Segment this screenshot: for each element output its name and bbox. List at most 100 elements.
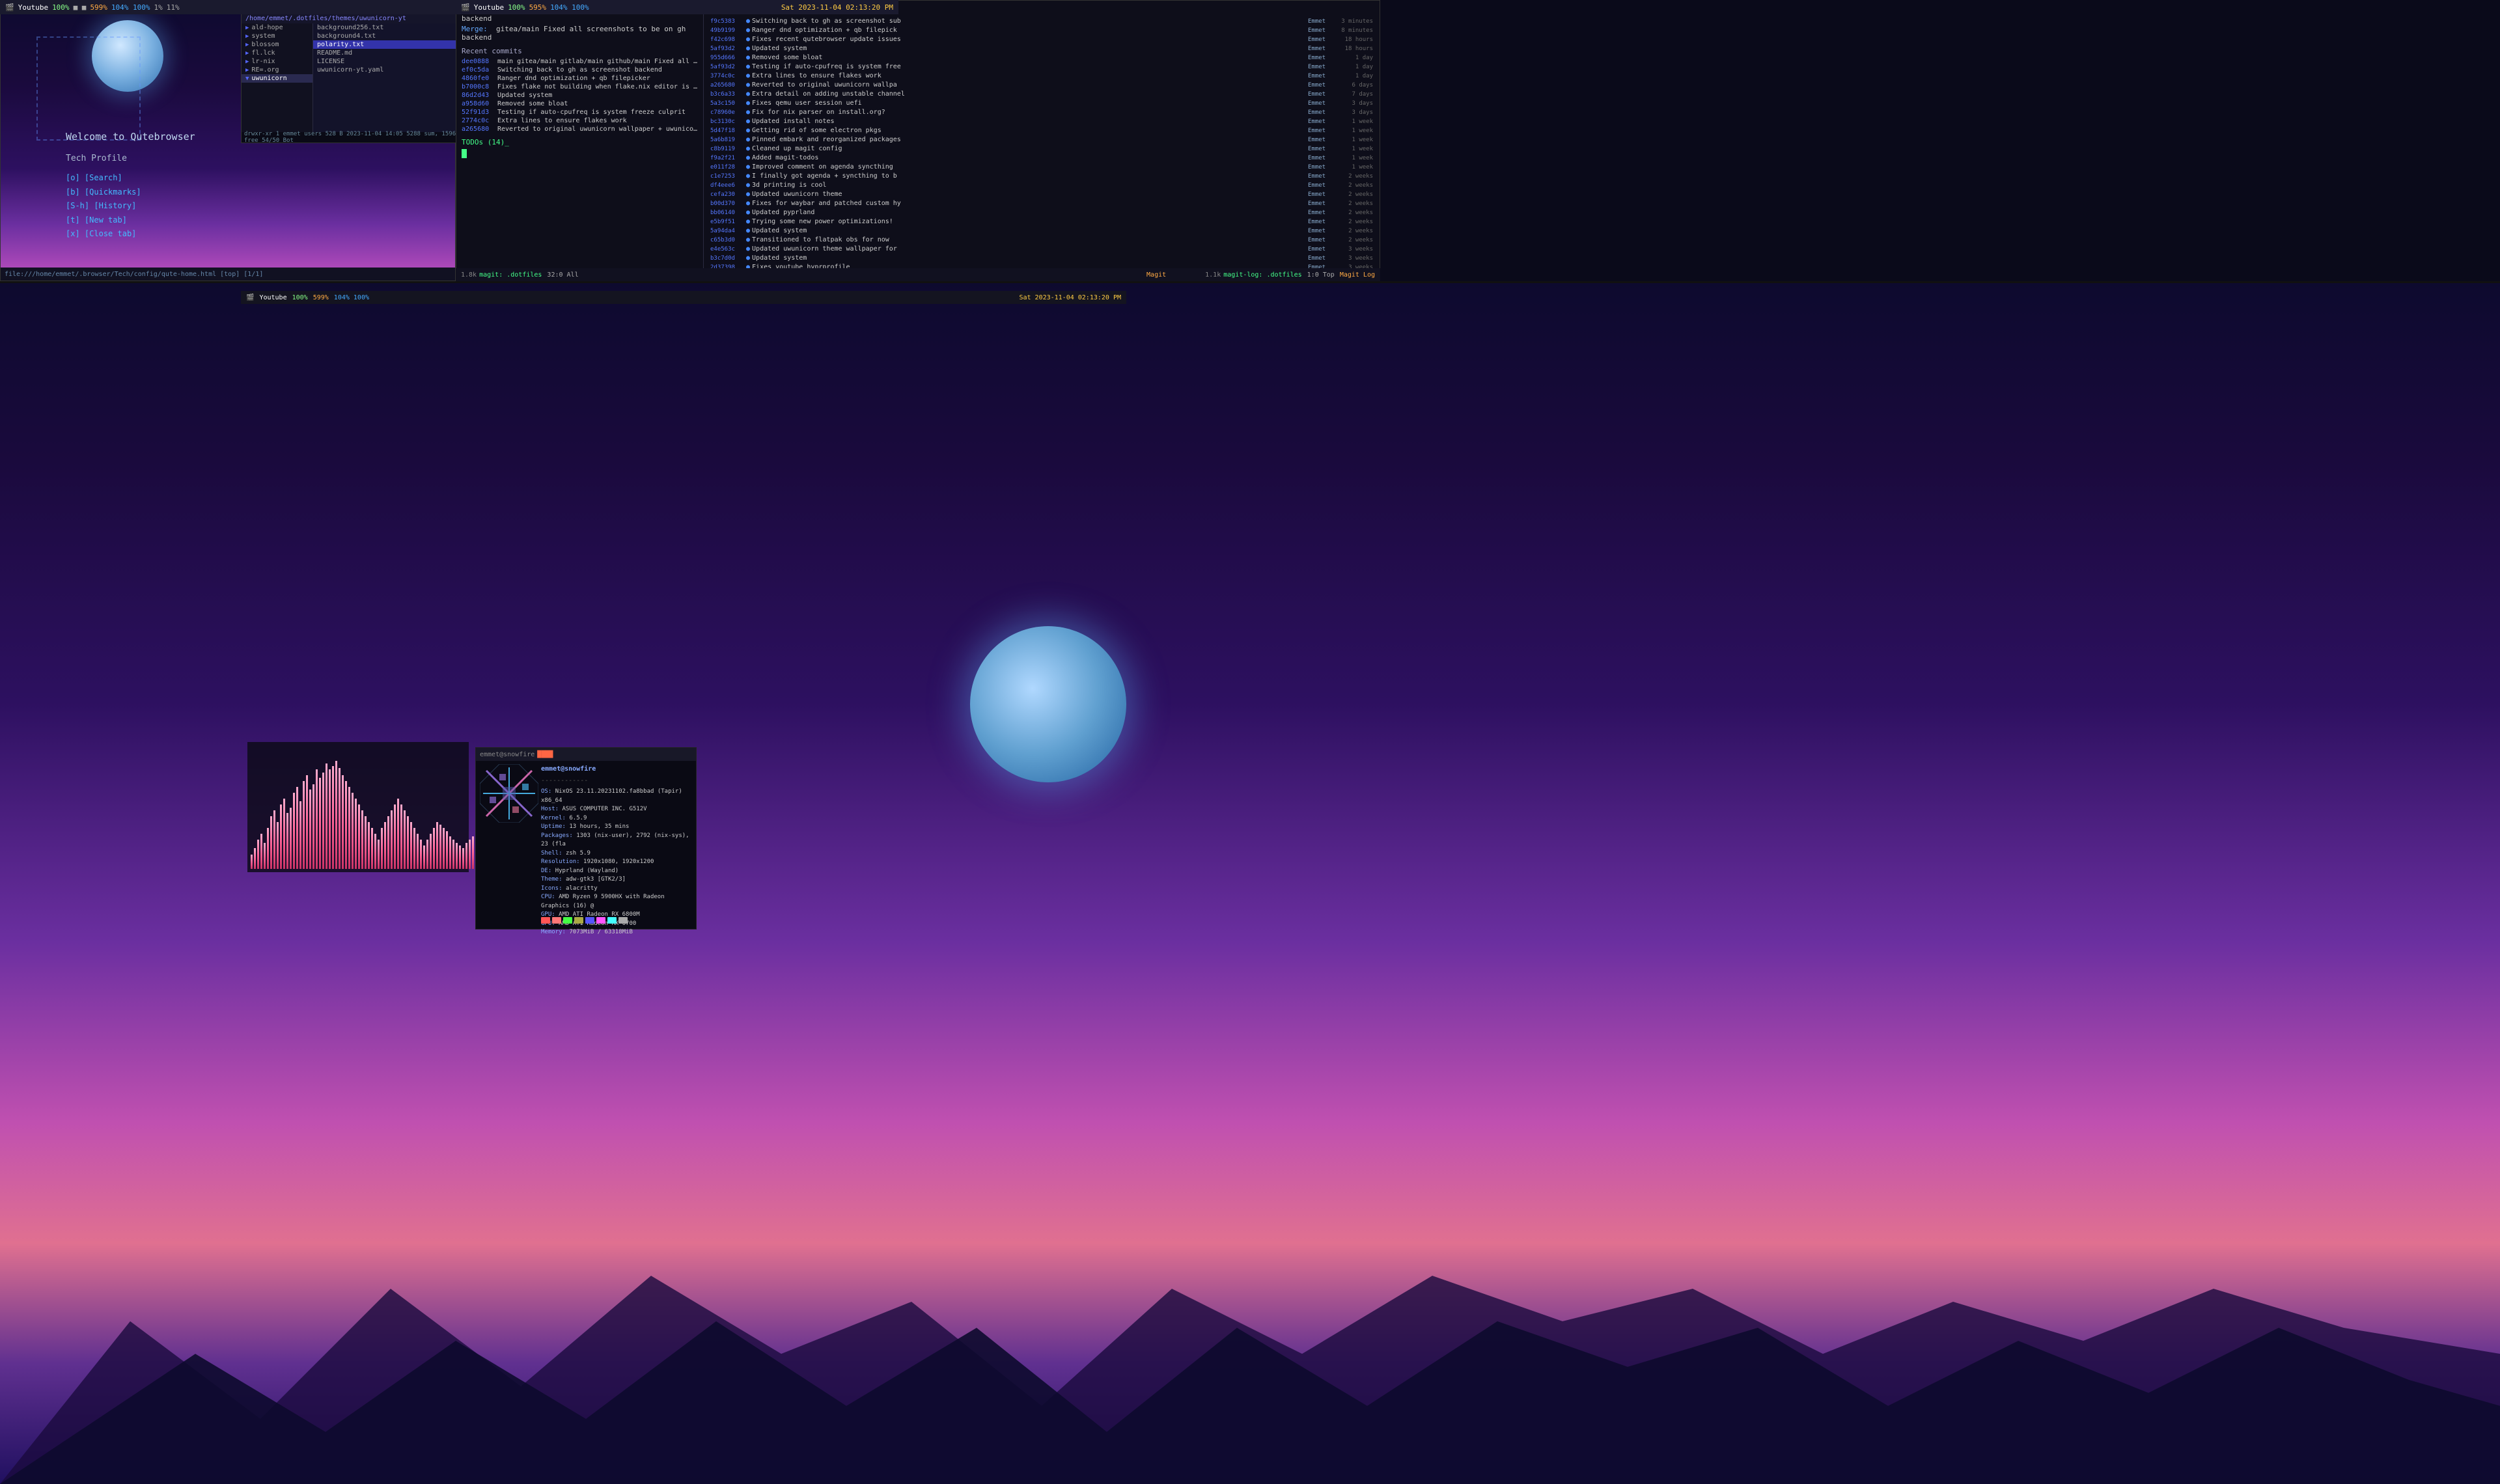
commit-msg: Updated system (497, 92, 698, 99)
neo-value: zsh 5.9 (566, 850, 590, 857)
fb-right-yaml[interactable]: uwunicorn-yt.yaml (313, 66, 462, 74)
bsb-mem: 599% (313, 294, 329, 301)
git-log-item: 49b9199●Ranger dnd optimization + qb fil… (709, 26, 1374, 34)
neo-color-swatch (541, 917, 550, 924)
git-merge-line: Merge: gitea/main Fixed all screenshots … (462, 25, 698, 42)
neo-username: emmet@snowfire (541, 764, 696, 775)
log-author: Emmet (1308, 246, 1337, 253)
log-author: Emmet (1308, 146, 1337, 152)
log-time: 1 week (1337, 155, 1373, 161)
audio-bar (277, 822, 279, 869)
neo-label: Resolution: (541, 859, 583, 865)
audio-bar (410, 822, 412, 869)
neo-label: Theme: (541, 876, 566, 883)
qute-footer-text: file:///home/emmet/.browser/Tech/config/… (5, 271, 263, 278)
fb-item-ald[interactable]: ▶ ald-hope (242, 23, 312, 32)
neo-header: emmet@snowfire ████ (476, 748, 696, 761)
fb-item-system[interactable]: ▶ system (242, 32, 312, 40)
neo-color-swatch (552, 917, 561, 924)
fb-item-label: RE=.org (251, 66, 279, 74)
git-log-item: b3c7d0d●Updated systemEmmet3 weeks (709, 254, 1374, 262)
qute-nav-search[interactable]: [o] [Search] (66, 171, 195, 186)
git-log-item: 5af93d2●Testing if auto-cpufreq is syste… (709, 62, 1374, 71)
log-dot: ● (746, 63, 750, 70)
fb-right-bg4[interactable]: background4.txt (313, 32, 462, 40)
qute-nav-newtab[interactable]: [t] [New tab] (66, 213, 195, 228)
fb-right-license[interactable]: LICENSE (313, 57, 462, 66)
log-hash: c8b9119 (710, 146, 746, 152)
log-msg: Updated pyprland (752, 209, 1308, 216)
commit-hash: 4860fe0 (462, 75, 497, 82)
git-commit-item: 4860fe0Ranger dnd optimization + qb file… (462, 75, 698, 82)
log-dot: ● (746, 109, 750, 116)
log-time: 3 weeks (1337, 255, 1373, 262)
log-msg: Pinned embark and reorganized packages (752, 136, 1308, 143)
log-msg: Ranger dnd optimization + qb filepick (752, 27, 1308, 34)
qute-nav-label-hist: [History] (94, 201, 136, 210)
log-author: Emmet (1308, 82, 1337, 89)
audio-bar (391, 810, 393, 869)
log-time: 2 weeks (1337, 219, 1373, 225)
log-time: 2 weeks (1337, 200, 1373, 207)
audio-bar (462, 848, 464, 869)
neo-label: Icons: (541, 885, 566, 892)
neo-label: DE: (541, 868, 555, 874)
qute-tech-profile: Welcome to Qutebrowser Tech Profile [o] … (66, 128, 195, 241)
qute-nav-quickmarks[interactable]: [b] [Quickmarks] (66, 186, 195, 200)
fb-folder-icon: ▶ (245, 25, 249, 31)
log-hash: c65b3d0 (710, 237, 746, 243)
neo-color-swatch (596, 917, 605, 924)
log-msg: Extra detail on adding unstable channel (752, 90, 1308, 98)
log-time: 2 weeks (1337, 237, 1373, 243)
audio-bar (270, 816, 272, 869)
fb-item-lrnix[interactable]: ▶ lr-nix (242, 57, 312, 66)
git-log-item: b3c6a33●Extra detail on adding unstable … (709, 90, 1374, 98)
qute-nav-closetab[interactable]: [x] [Close tab] (66, 227, 195, 241)
log-hash: 5a94da4 (710, 228, 746, 234)
audio-bar (251, 855, 253, 869)
git-log-item: 5d47f18●Getting rid of some electron pkg… (709, 126, 1374, 135)
audio-bar (449, 836, 451, 869)
fb-item-blossom[interactable]: ▶ blossom (242, 40, 312, 49)
log-time: 8 minutes (1337, 27, 1373, 34)
git-log-item: c8b9119●Cleaned up magit configEmmet1 we… (709, 144, 1374, 153)
fb-item-fllck[interactable]: ▶ fl.lck (242, 49, 312, 57)
neo-info-item: Uptime: 13 hours, 35 mins (541, 823, 696, 832)
log-hash: f9c5383 (710, 18, 746, 25)
log-author: Emmet (1308, 173, 1337, 180)
audio-bar (283, 799, 285, 869)
fb-right-polarity[interactable]: polarity.txt (313, 40, 462, 49)
log-hash: 5a6b819 (710, 137, 746, 143)
log-hash: 955d666 (710, 55, 746, 61)
audio-bar (306, 775, 308, 869)
git-log-item: 955d666●Removed some bloatEmmet1 day (709, 53, 1374, 62)
log-dot: ● (746, 154, 750, 161)
log-author: Emmet (1308, 18, 1337, 25)
commit-msg: Removed some bloat (497, 100, 698, 107)
git-recent-title: Recent commits (462, 47, 698, 55)
log-dot: ● (746, 90, 750, 98)
fb-right-readme[interactable]: README.md (313, 49, 462, 57)
fb-item-uwunicorn[interactable]: ▼ uwunicorn (242, 74, 312, 83)
fb-folder-icon: ▶ (245, 50, 249, 57)
log-msg: Fixes qemu user session uefi (752, 100, 1308, 107)
fb-item-label: blossom (251, 41, 279, 48)
log-dot: ● (746, 145, 750, 152)
qute-nav-history[interactable]: [S-h] [History] (66, 199, 195, 213)
git-merge-label: Merge: (462, 25, 492, 33)
neo-color-swatch (585, 917, 594, 924)
git-footer-right-mode: Magit Log (1340, 271, 1375, 279)
neo-color-swatch (574, 917, 583, 924)
audio-bar (326, 763, 327, 869)
log-dot: ● (746, 18, 750, 25)
git-log-item: bc3130c●Updated install notesEmmet1 week (709, 117, 1374, 126)
git-log-item: c1e7253●I finally got agenda + syncthing… (709, 172, 1374, 180)
fb-item-reorg[interactable]: ▶ RE=.org (242, 66, 312, 74)
fb-right-label-selected: polarity.txt (317, 41, 364, 48)
log-msg: Updated install notes (752, 118, 1308, 125)
log-author: Emmet (1308, 100, 1337, 107)
neofetch-window: emmet@snowfire ████ emmet@snowfire------… (475, 747, 697, 929)
log-msg: Updated system (752, 45, 1308, 52)
log-author: Emmet (1308, 200, 1337, 207)
fb-right-bg256[interactable]: background256.txt (313, 23, 462, 32)
